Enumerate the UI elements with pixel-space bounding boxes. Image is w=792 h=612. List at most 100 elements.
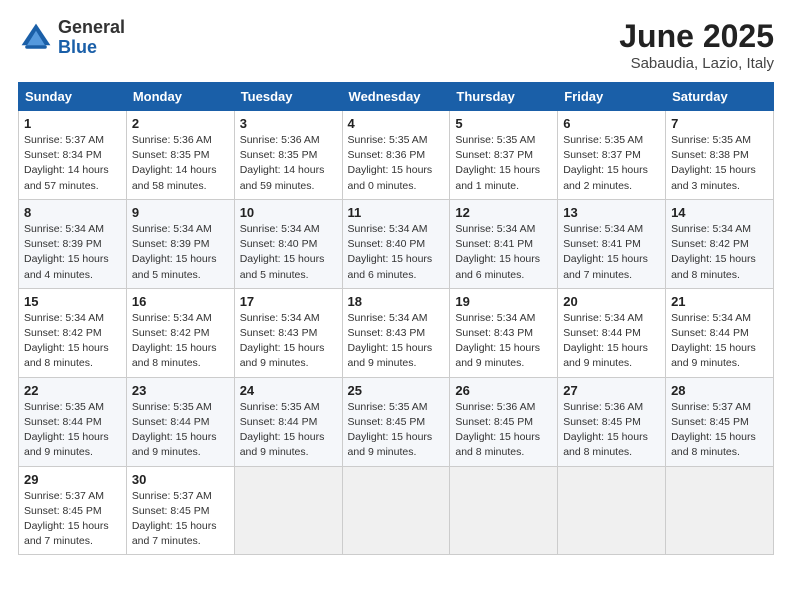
sunset-label: Sunset: 8:38 PM: [671, 149, 749, 161]
day-number: 18: [348, 294, 445, 309]
day-info: Sunrise: 5:37 AM Sunset: 8:34 PM Dayligh…: [24, 133, 121, 194]
daylight-label: Daylight: 14 hours and 58 minutes.: [132, 164, 217, 191]
day-info: Sunrise: 5:34 AM Sunset: 8:42 PM Dayligh…: [24, 311, 121, 372]
sunrise-label: Sunrise: 5:35 AM: [132, 401, 212, 413]
day-number: 21: [671, 294, 768, 309]
day-cell-22: 22 Sunrise: 5:35 AM Sunset: 8:44 PM Dayl…: [19, 377, 127, 466]
sunset-label: Sunset: 8:44 PM: [671, 327, 749, 339]
sunset-label: Sunset: 8:39 PM: [132, 238, 210, 250]
day-cell-7: 7 Sunrise: 5:35 AM Sunset: 8:38 PM Dayli…: [666, 111, 774, 200]
sunset-label: Sunset: 8:45 PM: [132, 505, 210, 517]
day-number: 25: [348, 383, 445, 398]
sunset-label: Sunset: 8:44 PM: [24, 416, 102, 428]
sunset-label: Sunset: 8:34 PM: [24, 149, 102, 161]
sunset-label: Sunset: 8:43 PM: [455, 327, 533, 339]
day-info: Sunrise: 5:35 AM Sunset: 8:44 PM Dayligh…: [24, 400, 121, 461]
day-cell-19: 19 Sunrise: 5:34 AM Sunset: 8:43 PM Dayl…: [450, 288, 558, 377]
sunset-label: Sunset: 8:35 PM: [132, 149, 210, 161]
day-cell-15: 15 Sunrise: 5:34 AM Sunset: 8:42 PM Dayl…: [19, 288, 127, 377]
day-cell-9: 9 Sunrise: 5:34 AM Sunset: 8:39 PM Dayli…: [126, 199, 234, 288]
day-cell-3: 3 Sunrise: 5:36 AM Sunset: 8:35 PM Dayli…: [234, 111, 342, 200]
daylight-label: Daylight: 15 hours and 9 minutes.: [671, 342, 756, 369]
sunrise-label: Sunrise: 5:35 AM: [24, 401, 104, 413]
empty-cell: [450, 466, 558, 555]
header-friday: Friday: [558, 83, 666, 111]
day-number: 17: [240, 294, 337, 309]
logo-general: General: [58, 17, 125, 37]
day-cell-17: 17 Sunrise: 5:34 AM Sunset: 8:43 PM Dayl…: [234, 288, 342, 377]
day-info: Sunrise: 5:35 AM Sunset: 8:44 PM Dayligh…: [132, 400, 229, 461]
day-info: Sunrise: 5:35 AM Sunset: 8:37 PM Dayligh…: [563, 133, 660, 194]
week-row-4: 22 Sunrise: 5:35 AM Sunset: 8:44 PM Dayl…: [19, 377, 774, 466]
day-cell-2: 2 Sunrise: 5:36 AM Sunset: 8:35 PM Dayli…: [126, 111, 234, 200]
daylight-label: Daylight: 15 hours and 4 minutes.: [24, 253, 109, 280]
day-cell-12: 12 Sunrise: 5:34 AM Sunset: 8:41 PM Dayl…: [450, 199, 558, 288]
day-info: Sunrise: 5:34 AM Sunset: 8:44 PM Dayligh…: [671, 311, 768, 372]
day-number: 26: [455, 383, 552, 398]
day-number: 29: [24, 472, 121, 487]
day-cell-26: 26 Sunrise: 5:36 AM Sunset: 8:45 PM Dayl…: [450, 377, 558, 466]
sunrise-label: Sunrise: 5:34 AM: [24, 312, 104, 324]
day-info: Sunrise: 5:34 AM Sunset: 8:40 PM Dayligh…: [348, 222, 445, 283]
day-info: Sunrise: 5:34 AM Sunset: 8:43 PM Dayligh…: [240, 311, 337, 372]
day-cell-6: 6 Sunrise: 5:35 AM Sunset: 8:37 PM Dayli…: [558, 111, 666, 200]
day-cell-11: 11 Sunrise: 5:34 AM Sunset: 8:40 PM Dayl…: [342, 199, 450, 288]
empty-cell: [234, 466, 342, 555]
day-info: Sunrise: 5:35 AM Sunset: 8:45 PM Dayligh…: [348, 400, 445, 461]
daylight-label: Daylight: 14 hours and 57 minutes.: [24, 164, 109, 191]
day-info: Sunrise: 5:37 AM Sunset: 8:45 PM Dayligh…: [132, 489, 229, 550]
sunrise-label: Sunrise: 5:35 AM: [455, 134, 535, 146]
day-cell-18: 18 Sunrise: 5:34 AM Sunset: 8:43 PM Dayl…: [342, 288, 450, 377]
sunrise-label: Sunrise: 5:34 AM: [563, 312, 643, 324]
day-number: 27: [563, 383, 660, 398]
daylight-label: Daylight: 15 hours and 9 minutes.: [348, 342, 433, 369]
daylight-label: Daylight: 15 hours and 1 minute.: [455, 164, 540, 191]
day-info: Sunrise: 5:36 AM Sunset: 8:45 PM Dayligh…: [563, 400, 660, 461]
day-info: Sunrise: 5:34 AM Sunset: 8:40 PM Dayligh…: [240, 222, 337, 283]
daylight-label: Daylight: 15 hours and 8 minutes.: [24, 342, 109, 369]
daylight-label: Daylight: 15 hours and 7 minutes.: [132, 520, 217, 547]
header-thursday: Thursday: [450, 83, 558, 111]
weekday-header-row: Sunday Monday Tuesday Wednesday Thursday…: [19, 83, 774, 111]
day-number: 7: [671, 116, 768, 131]
daylight-label: Daylight: 15 hours and 6 minutes.: [455, 253, 540, 280]
day-number: 24: [240, 383, 337, 398]
day-info: Sunrise: 5:34 AM Sunset: 8:43 PM Dayligh…: [348, 311, 445, 372]
daylight-label: Daylight: 15 hours and 3 minutes.: [671, 164, 756, 191]
sunrise-label: Sunrise: 5:34 AM: [348, 223, 428, 235]
sunrise-label: Sunrise: 5:34 AM: [455, 312, 535, 324]
day-info: Sunrise: 5:34 AM Sunset: 8:42 PM Dayligh…: [132, 311, 229, 372]
sunset-label: Sunset: 8:43 PM: [240, 327, 318, 339]
day-number: 11: [348, 205, 445, 220]
day-cell-4: 4 Sunrise: 5:35 AM Sunset: 8:36 PM Dayli…: [342, 111, 450, 200]
day-number: 30: [132, 472, 229, 487]
sunset-label: Sunset: 8:43 PM: [348, 327, 426, 339]
logo-icon: [18, 20, 54, 56]
daylight-label: Daylight: 15 hours and 0 minutes.: [348, 164, 433, 191]
daylight-label: Daylight: 15 hours and 9 minutes.: [132, 431, 217, 458]
day-cell-25: 25 Sunrise: 5:35 AM Sunset: 8:45 PM Dayl…: [342, 377, 450, 466]
daylight-label: Daylight: 15 hours and 2 minutes.: [563, 164, 648, 191]
empty-cell: [342, 466, 450, 555]
week-row-5: 29 Sunrise: 5:37 AM Sunset: 8:45 PM Dayl…: [19, 466, 774, 555]
daylight-label: Daylight: 15 hours and 8 minutes.: [455, 431, 540, 458]
sunset-label: Sunset: 8:40 PM: [240, 238, 318, 250]
daylight-label: Daylight: 15 hours and 8 minutes.: [563, 431, 648, 458]
daylight-label: Daylight: 15 hours and 9 minutes.: [24, 431, 109, 458]
day-cell-10: 10 Sunrise: 5:34 AM Sunset: 8:40 PM Dayl…: [234, 199, 342, 288]
empty-cell: [558, 466, 666, 555]
calendar-table: Sunday Monday Tuesday Wednesday Thursday…: [18, 82, 774, 555]
day-cell-16: 16 Sunrise: 5:34 AM Sunset: 8:42 PM Dayl…: [126, 288, 234, 377]
day-info: Sunrise: 5:34 AM Sunset: 8:41 PM Dayligh…: [455, 222, 552, 283]
day-cell-30: 30 Sunrise: 5:37 AM Sunset: 8:45 PM Dayl…: [126, 466, 234, 555]
sunrise-label: Sunrise: 5:35 AM: [348, 134, 428, 146]
sunset-label: Sunset: 8:41 PM: [455, 238, 533, 250]
sunrise-label: Sunrise: 5:37 AM: [24, 134, 104, 146]
day-number: 19: [455, 294, 552, 309]
sunset-label: Sunset: 8:44 PM: [132, 416, 210, 428]
sunset-label: Sunset: 8:36 PM: [348, 149, 426, 161]
header-tuesday: Tuesday: [234, 83, 342, 111]
sunrise-label: Sunrise: 5:37 AM: [132, 490, 212, 502]
logo-blue-text: Blue: [58, 37, 97, 57]
day-info: Sunrise: 5:36 AM Sunset: 8:35 PM Dayligh…: [240, 133, 337, 194]
